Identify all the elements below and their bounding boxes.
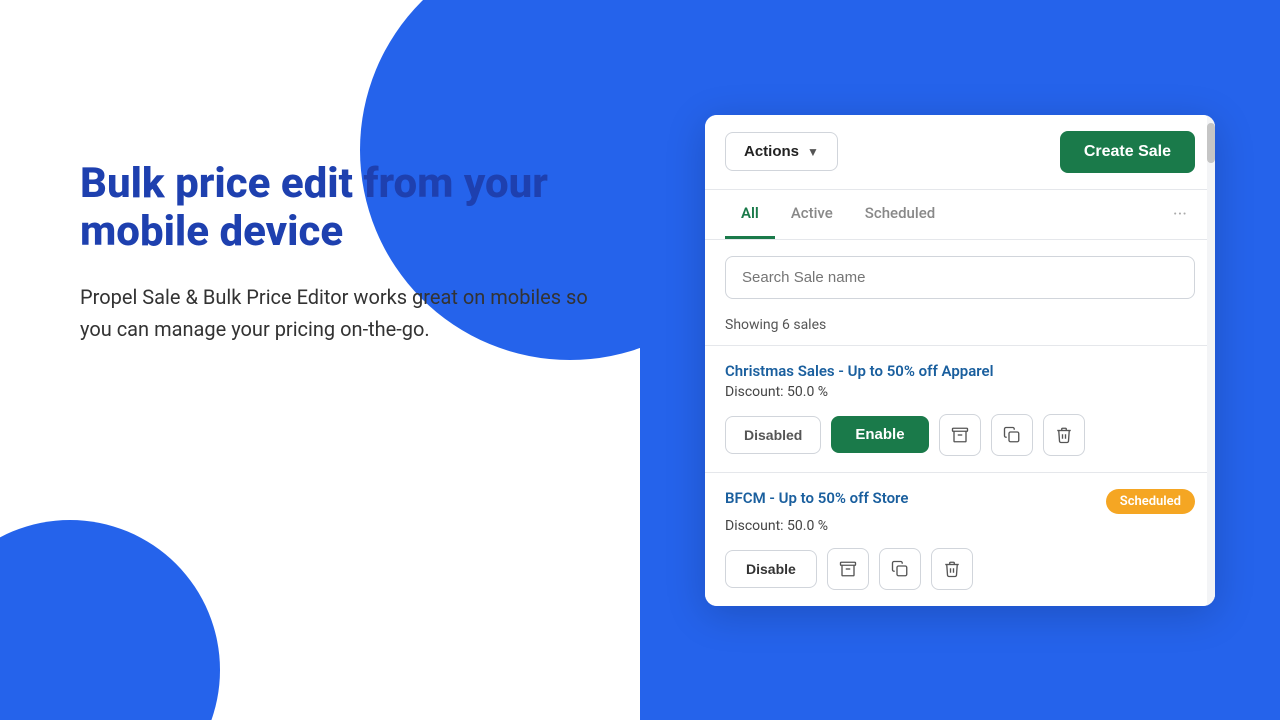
- actions-label: Actions: [744, 143, 799, 160]
- showing-count: Showing 6 sales: [705, 307, 1215, 345]
- create-sale-button[interactable]: Create Sale: [1060, 131, 1195, 173]
- tabs-bar: All Active Scheduled ···: [705, 190, 1215, 240]
- enable-button[interactable]: Enable: [831, 416, 928, 453]
- headline: Bulk price edit from your mobile device: [80, 160, 600, 257]
- sale-name-link[interactable]: BFCM - Up to 50% off Store: [725, 489, 908, 507]
- trash-icon: [943, 560, 961, 578]
- tab-all[interactable]: All: [725, 190, 775, 239]
- copy-icon: [891, 560, 909, 578]
- scheduled-badge: Scheduled: [1106, 489, 1195, 514]
- toolbar: Actions ▼ Create Sale: [705, 115, 1215, 190]
- sale-item: BFCM - Up to 50% off Store Scheduled Dis…: [705, 472, 1215, 606]
- archive-icon: [839, 560, 857, 578]
- search-input[interactable]: [725, 256, 1195, 299]
- right-panel: Actions ▼ Create Sale All Active Schedul…: [640, 0, 1280, 720]
- archive-button[interactable]: [939, 414, 981, 456]
- copy-icon: [1003, 426, 1021, 444]
- chevron-down-icon: ▼: [807, 145, 819, 159]
- copy-button[interactable]: [879, 548, 921, 590]
- copy-button[interactable]: [991, 414, 1033, 456]
- left-content: Bulk price edit from your mobile device …: [80, 160, 600, 345]
- disable-button[interactable]: Disable: [725, 550, 817, 588]
- discount-text: Discount: 50.0 %: [725, 384, 1195, 400]
- disabled-button[interactable]: Disabled: [725, 416, 821, 454]
- search-area: [705, 240, 1215, 307]
- tab-active[interactable]: Active: [775, 190, 849, 239]
- sale-item-header: Christmas Sales - Up to 50% off Apparel: [725, 362, 1195, 380]
- left-panel: Bulk price edit from your mobile device …: [0, 0, 700, 720]
- scrollbar-thumb[interactable]: [1207, 123, 1215, 163]
- tabs-more[interactable]: ···: [1165, 190, 1195, 239]
- archive-icon: [951, 426, 969, 444]
- archive-button[interactable]: [827, 548, 869, 590]
- delete-button[interactable]: [931, 548, 973, 590]
- discount-text: Discount: 50.0 %: [725, 518, 1195, 534]
- action-row: Disable: [725, 548, 1195, 590]
- actions-button[interactable]: Actions ▼: [725, 132, 838, 171]
- sale-item-header: BFCM - Up to 50% off Store Scheduled: [725, 489, 1195, 514]
- scrollbar[interactable]: [1207, 115, 1215, 606]
- curve-bottom-left: [0, 520, 220, 720]
- delete-button[interactable]: [1043, 414, 1085, 456]
- tab-scheduled[interactable]: Scheduled: [849, 190, 951, 239]
- trash-icon: [1055, 426, 1073, 444]
- sale-item: Christmas Sales - Up to 50% off Apparel …: [705, 345, 1215, 472]
- subtext: Propel Sale & Bulk Price Editor works gr…: [80, 281, 600, 345]
- action-row: Disabled Enable: [725, 414, 1195, 456]
- app-window: Actions ▼ Create Sale All Active Schedul…: [705, 115, 1215, 606]
- sale-name-link[interactable]: Christmas Sales - Up to 50% off Apparel: [725, 362, 994, 380]
